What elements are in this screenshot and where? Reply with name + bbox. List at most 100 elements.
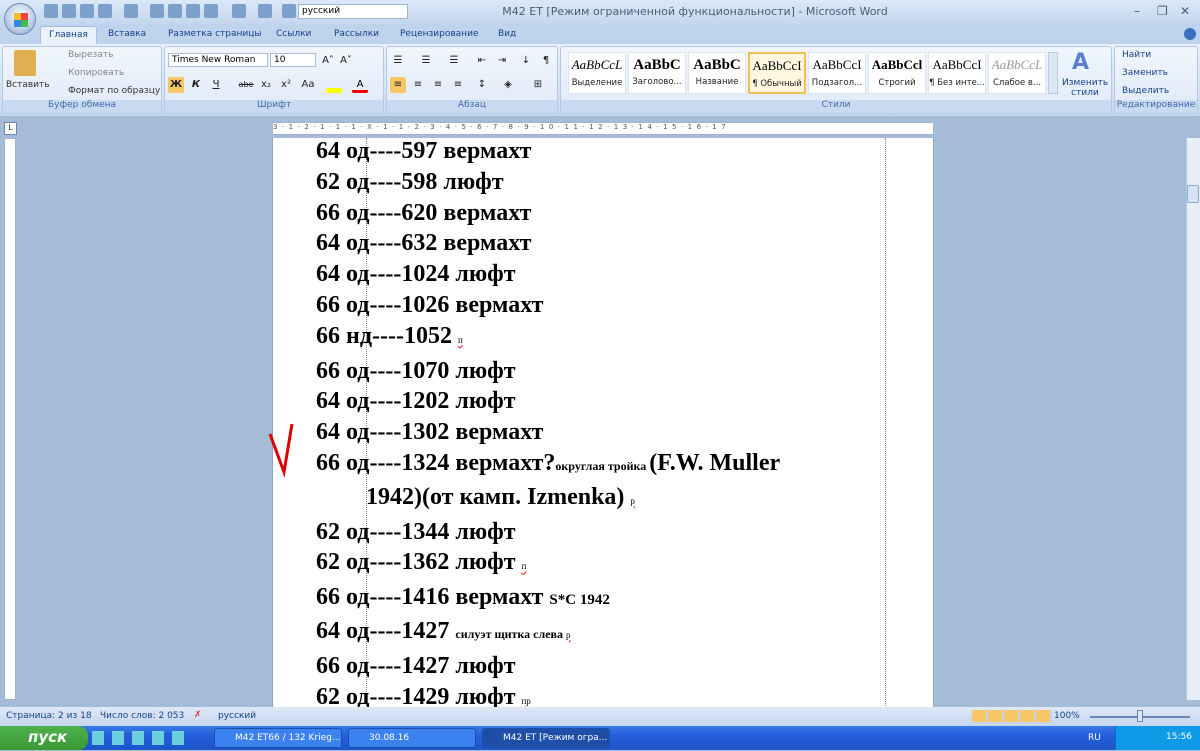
close-button[interactable]: ✕ [1180, 4, 1190, 18]
subscript-button[interactable]: x₂ [258, 77, 274, 93]
taskbar-folder[interactable]: 30.08.16 [348, 728, 476, 748]
bold-button[interactable]: Ж [168, 77, 184, 93]
proofing-icon[interactable]: ✗ [194, 710, 202, 720]
text-boundary [885, 138, 886, 708]
highlight-icon[interactable] [326, 77, 342, 93]
italic-button[interactable]: К [188, 77, 204, 93]
styles-scroll[interactable] [1048, 52, 1058, 94]
sort-icon[interactable]: ↓ [518, 53, 534, 69]
style-title[interactable]: AaBbC Название [688, 52, 746, 94]
line-tiny: р [566, 629, 571, 640]
underline-button[interactable]: Ч [208, 77, 224, 93]
style-subtitle[interactable]: AaBbCcI Подзагол... [808, 52, 866, 94]
cut-button[interactable]: Вырезать [68, 50, 113, 60]
keyboard-language[interactable]: RU [1088, 733, 1101, 743]
office-button[interactable] [4, 3, 36, 35]
font-size-select[interactable]: 10 [270, 53, 316, 67]
line-spacing-icon[interactable]: ↕ [474, 77, 490, 93]
font-name-select[interactable]: Times New Roman [168, 53, 268, 67]
style-name: Подзагол... [811, 78, 863, 88]
scrollbar-thumb[interactable] [1187, 185, 1199, 203]
line-main: 66 нд----1052 [316, 322, 458, 349]
tab-page-layout[interactable]: Разметка страницы [160, 26, 270, 44]
replace-button[interactable]: Заменить [1122, 68, 1168, 78]
change-styles-button[interactable]: Изменить стили [1062, 78, 1108, 98]
line-main: 64 од----1302 вермахт [316, 419, 544, 446]
style-subtle-emphasis[interactable]: AaBbCcL Слабое в... [988, 52, 1046, 94]
copy-button[interactable]: Копировать [68, 68, 124, 78]
maximize-button[interactable]: ❐ [1157, 4, 1168, 18]
change-styles-icon[interactable]: A [1072, 50, 1089, 75]
document-line: 62 од----1362 люфт п [316, 547, 876, 582]
line-main: 66 од----1026 вермахт [316, 291, 544, 318]
style-name: ¶ Без инте... [929, 78, 985, 88]
tab-selector[interactable]: L [4, 122, 17, 135]
tab-home[interactable]: Главная [40, 26, 97, 44]
strikethrough-button[interactable]: abe [236, 77, 256, 93]
align-right-icon[interactable]: ≡ [430, 77, 446, 93]
select-button[interactable]: Выделить [1122, 86, 1169, 96]
help-icon[interactable] [1184, 28, 1196, 40]
decrease-indent-icon[interactable]: ⇤ [474, 53, 490, 69]
document-line: 66 од----1070 люфт [316, 356, 876, 387]
vertical-ruler[interactable] [4, 138, 16, 700]
minimize-button[interactable]: – [1134, 4, 1140, 18]
line-medium: S*C 1942 [549, 592, 610, 609]
change-case-button[interactable]: Aa [298, 77, 318, 93]
align-center-icon[interactable]: ≡ [410, 77, 426, 93]
clear-format-icon[interactable] [360, 53, 376, 69]
format-painter-button[interactable]: Формат по образцу [68, 86, 160, 96]
style-normal[interactable]: AaBbCcI ¶ Обычный [748, 52, 806, 94]
tab-review[interactable]: Рецензирование [392, 26, 486, 44]
numbering-icon[interactable]: ☰ [418, 53, 434, 69]
tab-references[interactable]: Ссылки [268, 26, 319, 44]
font-color-button[interactable]: A [352, 77, 368, 93]
increase-indent-icon[interactable]: ⇥ [494, 53, 510, 69]
zoom-level[interactable]: 100% [1054, 711, 1080, 721]
style-no-spacing[interactable]: AaBbCcI ¶ Без инте... [928, 52, 986, 94]
taskbar-opera[interactable]: M42 ET66 / 132 Krieg... [214, 728, 342, 748]
paste-button[interactable]: Вставить [6, 80, 50, 90]
status-language[interactable]: русский [218, 711, 256, 721]
paste-icon[interactable] [14, 50, 36, 76]
tab-mailings[interactable]: Рассылки [326, 26, 387, 44]
word-count[interactable]: Число слов: 2 053 [100, 711, 184, 721]
vertical-scrollbar[interactable] [1186, 138, 1200, 700]
zoom-thumb[interactable] [1137, 710, 1143, 722]
align-left-icon[interactable]: ≡ [390, 77, 406, 93]
borders-icon[interactable]: ⊞ [530, 77, 546, 93]
style-strong[interactable]: AaBbCcl Строгий [868, 52, 926, 94]
taskbar-word[interactable]: M42 ET [Режим огра... [482, 728, 610, 748]
group-label: Абзац [387, 100, 557, 113]
line-tiny: р [630, 495, 635, 506]
superscript-button[interactable]: x² [278, 77, 294, 93]
office-logo-icon [14, 13, 28, 27]
line-main: 64 од----632 вермахт [316, 230, 532, 257]
tab-insert[interactable]: Вставка [100, 26, 154, 44]
document-line: 64 од----1024 люфт [316, 259, 876, 290]
document-line: 64 од----1202 люфт [316, 386, 876, 417]
document-body[interactable]: 64 од----597 вермахт 62 од----598 люфт 66 … [316, 136, 876, 751]
tab-view[interactable]: Вид [490, 26, 524, 44]
horizontal-ruler[interactable]: 3·1·2·1·1·1·X·1·1·2·3·4·5·6·7·8·9·10·11·… [272, 122, 934, 135]
line-small: силуэт щитка слева [455, 626, 567, 641]
style-sample: AaBbCcI [812, 57, 862, 72]
multilevel-list-icon[interactable]: ☰ [446, 53, 462, 69]
shading-icon[interactable]: ◈ [500, 77, 516, 93]
start-button[interactable]: пуск [0, 726, 88, 750]
justify-icon[interactable]: ≡ [450, 77, 466, 93]
group-label: Шрифт [165, 100, 383, 113]
view-buttons[interactable] [972, 710, 1052, 722]
quick-launch-icons[interactable] [92, 731, 192, 745]
style-emphasis[interactable]: AaBbCcL Выделение [568, 52, 626, 94]
grow-font-button[interactable]: A˄ [320, 53, 336, 69]
page-count[interactable]: Страница: 2 из 18 [6, 711, 92, 721]
show-formatting-button[interactable]: ¶ [538, 53, 554, 69]
style-heading[interactable]: AaBbC Заголово... [628, 52, 686, 94]
style-name: Слабое в... [992, 78, 1042, 88]
line-main: 64 од----1202 люфт [316, 388, 516, 415]
bullets-icon[interactable]: ☰ [390, 53, 406, 69]
shrink-font-button[interactable]: A˅ [338, 53, 354, 69]
find-button[interactable]: Найти [1122, 50, 1151, 60]
red-checkmark-annotation [268, 423, 294, 478]
